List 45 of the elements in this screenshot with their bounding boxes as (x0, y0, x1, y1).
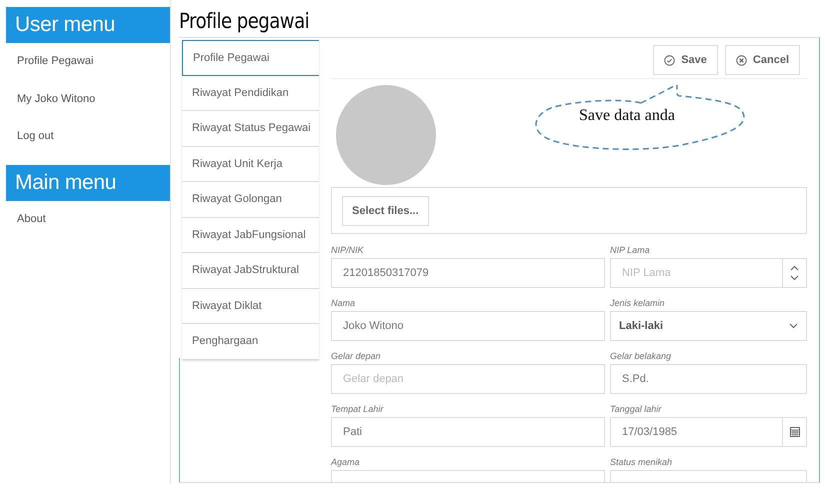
menu-header: Main menu (6, 164, 170, 200)
input-field[interactable]: Pati (331, 417, 605, 447)
select-files-button[interactable]: Select files... (342, 196, 429, 226)
tab[interactable]: Riwayat JabStruktural (182, 253, 319, 288)
calendar-icon (790, 427, 800, 437)
field-label: Status menikah (610, 456, 674, 469)
field-label: Jenis kelamin (610, 297, 666, 310)
input-field[interactable]: 21201850317079 (331, 258, 605, 288)
input-field[interactable]: Gelar depan (331, 364, 605, 394)
save-button[interactable]: Save (653, 45, 718, 75)
tab[interactable]: Riwayat Unit Kerja (182, 146, 319, 182)
chevron-down-icon[interactable] (789, 323, 798, 329)
tab[interactable]: Profile Pegawai (182, 40, 319, 76)
tab[interactable]: Riwayat JabFungsional (182, 218, 319, 253)
cancel-button[interactable]: Cancel (724, 45, 800, 75)
menu-item[interactable]: About (6, 200, 170, 238)
menu-header: User menu (6, 7, 170, 43)
tab[interactable]: Riwayat Pendidikan (182, 76, 319, 111)
menu-item[interactable]: Log out (6, 118, 170, 156)
field-label: NIP/NIK (331, 244, 365, 257)
field-label: Nama (331, 297, 356, 310)
input-field[interactable]: Joko Witono (331, 311, 605, 341)
field-label: Agama (331, 456, 361, 469)
menu-item[interactable]: Profile Pegawai (6, 43, 170, 80)
input-field[interactable]: S.Pd. (610, 364, 807, 394)
date-field[interactable]: 17/03/1985 (610, 417, 783, 447)
field-label: Gelar depan (331, 350, 382, 363)
page-title: Profile pegawai (179, 8, 310, 35)
field-label: NIP Lama (610, 244, 651, 257)
spinner-button[interactable] (783, 258, 807, 288)
tab[interactable]: Riwayat Status Pegawai (182, 111, 319, 146)
field-label: Tempat Lahir (331, 403, 384, 416)
field-label: Gelar belakang (610, 350, 672, 363)
check-circle-icon (664, 54, 676, 66)
dropdown[interactable]: Laki-laki (610, 311, 807, 341)
callout-text: Save data anda (579, 107, 675, 125)
tab[interactable]: Riwayat Diklat (182, 288, 319, 324)
tab[interactable]: Riwayat Golongan (182, 182, 319, 218)
close-circle-icon (736, 54, 747, 66)
tab[interactable]: Penghargaan (182, 324, 319, 360)
field-label: Tanggal lahir (610, 403, 662, 416)
number-field[interactable]: NIP Lama (610, 258, 783, 288)
chevron-up-down-icon (790, 265, 799, 281)
calendar-button[interactable] (783, 417, 807, 447)
menu-item[interactable]: My Joko Witono (6, 80, 170, 118)
